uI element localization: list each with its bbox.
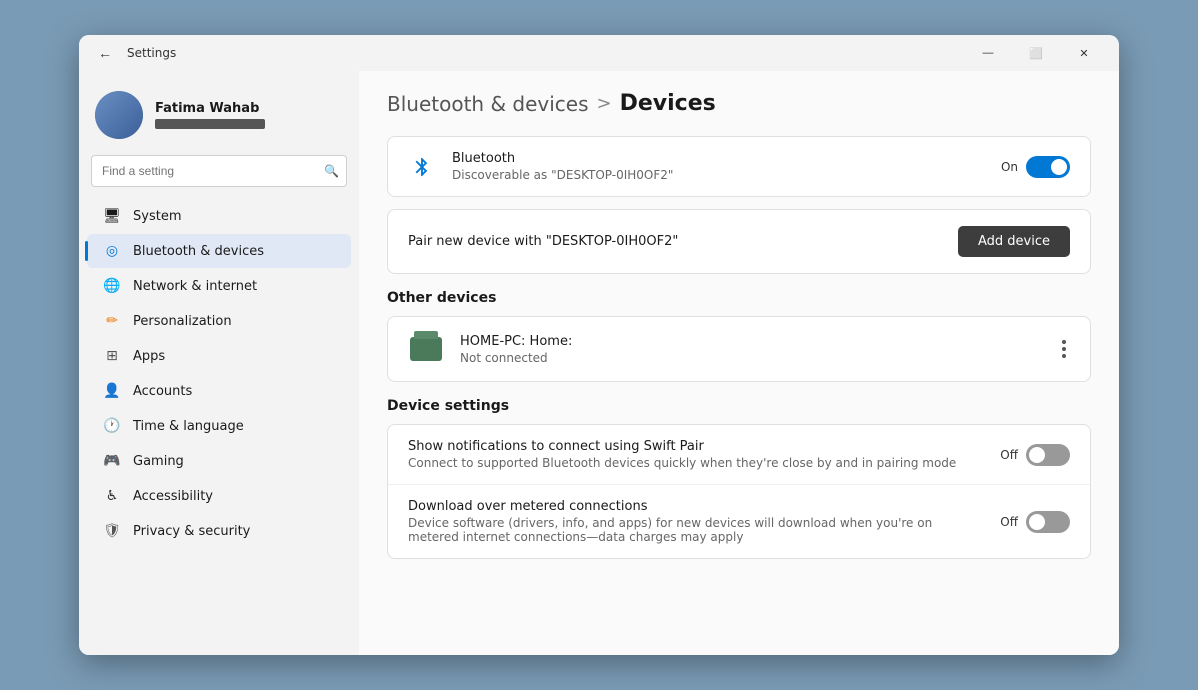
metered-text: Download over metered connections Device…	[408, 499, 984, 544]
metered-title: Download over metered connections	[408, 499, 984, 514]
sidebar-item-privacy[interactable]: 🛡 Privacy & security	[87, 514, 351, 548]
sidebar-item-bluetooth[interactable]: ◎ Bluetooth & devices	[87, 234, 351, 268]
bluetooth-toggle-wrap: On	[1001, 156, 1070, 178]
swift-pair-subtitle: Connect to supported Bluetooth devices q…	[408, 456, 984, 470]
sidebar-item-label: Time & language	[133, 419, 244, 434]
back-button[interactable]: ←	[91, 39, 119, 67]
avatar	[95, 91, 143, 139]
bluetooth-text: Bluetooth Discoverable as "DESKTOP-0IH0O…	[452, 151, 985, 182]
sidebar-nav: 🖥 System ◎ Bluetooth & devices 🌐 Network…	[79, 199, 359, 548]
pair-device-text: Pair new device with "DESKTOP-0IH0OF2"	[408, 234, 678, 249]
sidebar-item-personalization[interactable]: ✏ Personalization	[87, 304, 351, 338]
pair-device-row: Pair new device with "DESKTOP-0IH0OF2" A…	[388, 210, 1090, 273]
device-settings-card: Show notifications to connect using Swif…	[387, 424, 1091, 559]
device-settings-title: Device settings	[387, 398, 1091, 414]
content-area: Fatima Wahab 🔍 🖥 System ◎ Bluetooth & de…	[79, 71, 1119, 655]
sidebar-item-label: Privacy & security	[133, 524, 250, 539]
sidebar-item-apps[interactable]: ⊞ Apps	[87, 339, 351, 373]
bluetooth-title: Bluetooth	[452, 151, 985, 166]
device-status: Not connected	[460, 351, 1042, 365]
swift-pair-row: Show notifications to connect using Swif…	[388, 425, 1090, 484]
privacy-icon: 🛡	[103, 522, 121, 540]
device-name: HOME-PC: Home:	[460, 334, 1042, 349]
breadcrumb-separator: >	[597, 93, 612, 114]
device-icon	[408, 331, 444, 367]
sidebar-item-accessibility[interactable]: ♿ Accessibility	[87, 479, 351, 513]
titlebar: ← Settings — ⬜ ✕	[79, 35, 1119, 71]
search-icon: 🔍	[324, 164, 339, 178]
user-name: Fatima Wahab	[155, 101, 265, 116]
breadcrumb: Bluetooth & devices > Devices	[387, 91, 1091, 116]
settings-window: ← Settings — ⬜ ✕ Fatima Wahab	[79, 35, 1119, 655]
minimize-button[interactable]: —	[965, 37, 1011, 69]
sidebar-item-label: Accounts	[133, 384, 192, 399]
window-title: Settings	[127, 46, 965, 60]
user-section: Fatima Wahab	[79, 83, 359, 155]
metered-subtitle: Device software (drivers, info, and apps…	[408, 516, 984, 544]
sidebar-item-label: Personalization	[133, 314, 232, 329]
other-devices-card: HOME-PC: Home: Not connected	[387, 316, 1091, 382]
bluetooth-subtitle: Discoverable as "DESKTOP-0IH0OF2"	[452, 168, 985, 182]
search-input[interactable]	[91, 155, 347, 187]
metered-toggle-wrap: Off	[1000, 511, 1070, 533]
breadcrumb-current: Devices	[620, 91, 716, 116]
main-content: Bluetooth & devices > Devices Bluetooth …	[359, 71, 1119, 655]
accounts-icon: 👤	[103, 382, 121, 400]
sidebar-item-accounts[interactable]: 👤 Accounts	[87, 374, 351, 408]
search-box: 🔍	[91, 155, 347, 187]
metered-row: Download over metered connections Device…	[388, 484, 1090, 558]
accessibility-icon: ♿	[103, 487, 121, 505]
other-devices-title: Other devices	[387, 290, 1091, 306]
maximize-button[interactable]: ⬜	[1013, 37, 1059, 69]
bluetooth-row: Bluetooth Discoverable as "DESKTOP-0IH0O…	[388, 137, 1090, 196]
bluetooth-toggle-label: On	[1001, 160, 1018, 174]
device-more-button[interactable]	[1058, 336, 1070, 362]
bluetooth-toggle[interactable]	[1026, 156, 1070, 178]
sidebar-item-label: Gaming	[133, 454, 184, 469]
sidebar-item-label: Network & internet	[133, 279, 257, 294]
bluetooth-card: Bluetooth Discoverable as "DESKTOP-0IH0O…	[387, 136, 1091, 197]
breadcrumb-parent[interactable]: Bluetooth & devices	[387, 92, 589, 116]
device-text: HOME-PC: Home: Not connected	[460, 334, 1042, 365]
apps-icon: ⊞	[103, 347, 121, 365]
device-row: HOME-PC: Home: Not connected	[388, 317, 1090, 381]
sidebar-item-label: Apps	[133, 349, 165, 364]
sidebar-item-system[interactable]: 🖥 System	[87, 199, 351, 233]
network-icon: 🌐	[103, 277, 121, 295]
system-icon: 🖥	[103, 207, 121, 225]
window-controls: — ⬜ ✕	[965, 37, 1107, 69]
swift-pair-title: Show notifications to connect using Swif…	[408, 439, 984, 454]
sidebar-item-time[interactable]: 🕐 Time & language	[87, 409, 351, 443]
bluetooth-nav-icon: ◎	[103, 242, 121, 260]
sidebar-item-network[interactable]: 🌐 Network & internet	[87, 269, 351, 303]
metered-toggle-label: Off	[1000, 515, 1018, 529]
add-device-button[interactable]: Add device	[958, 226, 1070, 257]
swift-pair-toggle-label: Off	[1000, 448, 1018, 462]
time-icon: 🕐	[103, 417, 121, 435]
user-email	[155, 119, 265, 129]
gaming-icon: 🎮	[103, 452, 121, 470]
close-button[interactable]: ✕	[1061, 37, 1107, 69]
personalization-icon: ✏	[103, 312, 121, 330]
bluetooth-icon	[408, 153, 436, 181]
metered-toggle[interactable]	[1026, 511, 1070, 533]
sidebar-item-label: Bluetooth & devices	[133, 244, 264, 259]
sidebar-item-label: System	[133, 209, 181, 224]
sidebar-item-label: Accessibility	[133, 489, 213, 504]
swift-pair-toggle-wrap: Off	[1000, 444, 1070, 466]
pair-device-card: Pair new device with "DESKTOP-0IH0OF2" A…	[387, 209, 1091, 274]
sidebar-item-gaming[interactable]: 🎮 Gaming	[87, 444, 351, 478]
sidebar: Fatima Wahab 🔍 🖥 System ◎ Bluetooth & de…	[79, 71, 359, 655]
swift-pair-text: Show notifications to connect using Swif…	[408, 439, 984, 470]
swift-pair-toggle[interactable]	[1026, 444, 1070, 466]
user-info: Fatima Wahab	[155, 101, 265, 129]
